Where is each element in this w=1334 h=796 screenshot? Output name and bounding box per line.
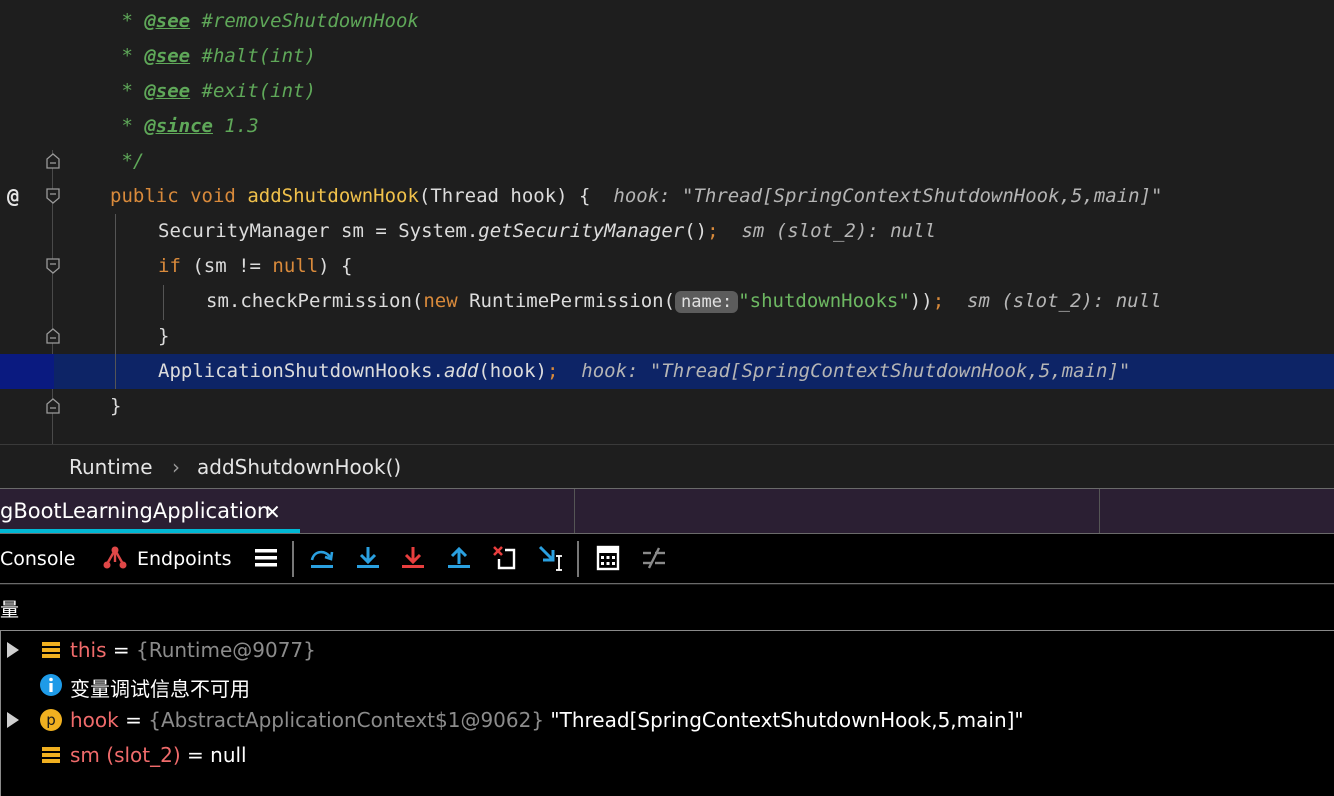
fold-end-icon[interactable] [46, 398, 60, 414]
code-line[interactable]: if (sm != null) { [0, 249, 1334, 284]
code-line[interactable]: * @since 1.3 [0, 109, 1334, 144]
variables-title: 量 [0, 599, 20, 621]
endpoints-icon[interactable] [101, 544, 129, 572]
inline-debug-value: sm (slot_2): null [741, 220, 936, 242]
code-line[interactable]: */ [0, 144, 1334, 179]
keyword-void: void [190, 185, 236, 207]
code-line[interactable]: sm.checkPermission(new RuntimePermission… [0, 284, 1334, 319]
trace-icon[interactable] [640, 544, 668, 572]
active-tab-indicator [0, 529, 300, 533]
variables-header: 量 [0, 585, 1334, 631]
string-literal: "shutdownHooks" [738, 290, 910, 312]
inline-debug-value: hook: "Thread[SpringContextShutdownHook,… [613, 185, 1163, 207]
field-icon [42, 747, 60, 763]
keyword-if: if [158, 255, 181, 277]
field-icon [42, 642, 60, 658]
method-name: addShutdownHook [247, 185, 419, 207]
current-execution-line[interactable]: ApplicationShutdownHooks.add(hook); hook… [0, 354, 1334, 389]
console-tab[interactable]: Console [0, 548, 75, 570]
variable-name: hook [70, 708, 119, 732]
variable-value: null [210, 743, 247, 767]
doc-text: #exit(int) [190, 80, 316, 102]
code-line[interactable]: * @see #halt(int) [0, 39, 1334, 74]
drop-frame-icon[interactable] [491, 544, 519, 572]
variable-info-row: 变量调试信息不可用 [1, 668, 1334, 703]
run-to-cursor-icon[interactable] [537, 544, 565, 572]
method-call: getSecurityManager [478, 220, 685, 242]
doc-end: */ [110, 150, 145, 172]
variable-type: {Runtime@9077} [135, 638, 316, 662]
tab-divider [1099, 489, 1100, 533]
doc-tag: @since [144, 115, 213, 137]
fold-end-icon[interactable] [46, 328, 60, 344]
parameter-name-hint: name: [675, 291, 739, 313]
step-into-icon[interactable] [354, 544, 382, 572]
variable-row[interactable]: this = {Runtime@9077} [1, 633, 1334, 668]
session-tab-label: gBootLearningApplication [0, 499, 271, 523]
info-icon [40, 674, 62, 696]
code-line[interactable]: * @see #exit(int) [0, 74, 1334, 109]
doc-text: #halt(int) [190, 45, 316, 67]
close-icon[interactable]: ✕ [264, 500, 281, 524]
code-line[interactable]: } [0, 389, 1334, 424]
toolbar-separator [577, 541, 579, 577]
variable-row[interactable]: p hook = {AbstractApplicationContext$1@9… [1, 703, 1334, 738]
code-line[interactable]: SecurityManager sm = System.getSecurityM… [0, 214, 1334, 249]
inline-debug-value: sm (slot_2): null [967, 290, 1162, 312]
evaluate-expression-icon[interactable] [594, 544, 622, 572]
variable-row[interactable]: sm (slot_2) = null [1, 738, 1334, 773]
step-over-icon[interactable] [308, 544, 336, 572]
doc-tag: @see [144, 10, 191, 32]
force-step-into-icon[interactable] [399, 544, 427, 572]
frames-menu-icon[interactable] [252, 544, 280, 572]
endpoints-tab[interactable]: Endpoints [137, 548, 231, 570]
indent-guide [163, 285, 164, 320]
doc-text: 1.3 [212, 115, 259, 137]
doc-tag: @see [144, 45, 191, 67]
doc-tag: @see [144, 80, 191, 102]
expand-arrow-icon[interactable] [7, 712, 19, 728]
keyword-null: null [272, 255, 319, 277]
method-params: (Thread hook) { [418, 185, 591, 207]
debug-session-tab[interactable]: gBootLearningApplication ✕ [0, 489, 300, 533]
keyword-new: new [423, 290, 458, 312]
indent-guide [115, 214, 116, 389]
variable-value: "Thread[SpringContextShutdownHook,5,main… [544, 708, 1024, 732]
debug-session-tabs: gBootLearningApplication ✕ [0, 488, 1334, 534]
annotation-icon[interactable]: @ [7, 184, 19, 208]
breadcrumb-method[interactable]: addShutdownHook() [197, 455, 401, 479]
code-line[interactable]: * @see #removeShutdownHook [0, 4, 1334, 39]
doc-text: #removeShutdownHook [190, 10, 419, 32]
svg-text:p: p [46, 711, 56, 729]
code-line-method-decl[interactable]: public void addShutdownHook(Thread hook)… [0, 179, 1334, 214]
variable-name: sm (slot_2) [70, 743, 181, 767]
toolbar-separator [292, 541, 294, 577]
fold-start-icon[interactable] [46, 188, 60, 204]
tab-divider [574, 489, 575, 533]
fold-start-icon[interactable] [46, 258, 60, 274]
fold-end-icon[interactable] [46, 153, 60, 169]
keyword-public: public [110, 185, 179, 207]
variable-type: {AbstractApplicationContext$1@9062} [148, 708, 545, 732]
expand-arrow-icon[interactable] [7, 642, 19, 658]
method-call: add [443, 360, 479, 382]
code-editor[interactable]: * @see #removeShutdownHook * @see #halt(… [0, 0, 1334, 444]
breadcrumb-separator: › [172, 455, 180, 479]
variable-name: this [70, 638, 107, 662]
step-out-icon[interactable] [445, 544, 473, 572]
inline-debug-value: hook: "Thread[SpringContextShutdownHook,… [581, 360, 1131, 382]
parameter-icon: p [40, 709, 62, 731]
variables-tree[interactable]: this = {Runtime@9077} 变量调试信息不可用 p hook =… [0, 631, 1334, 796]
breadcrumb-class[interactable]: Runtime [69, 455, 153, 479]
debug-toolbar: Console Endpoints [0, 534, 1334, 584]
code-line[interactable]: } [0, 319, 1334, 354]
breadcrumb: Runtime › addShutdownHook() [0, 444, 1334, 488]
info-message: 变量调试信息不可用 [70, 677, 250, 701]
